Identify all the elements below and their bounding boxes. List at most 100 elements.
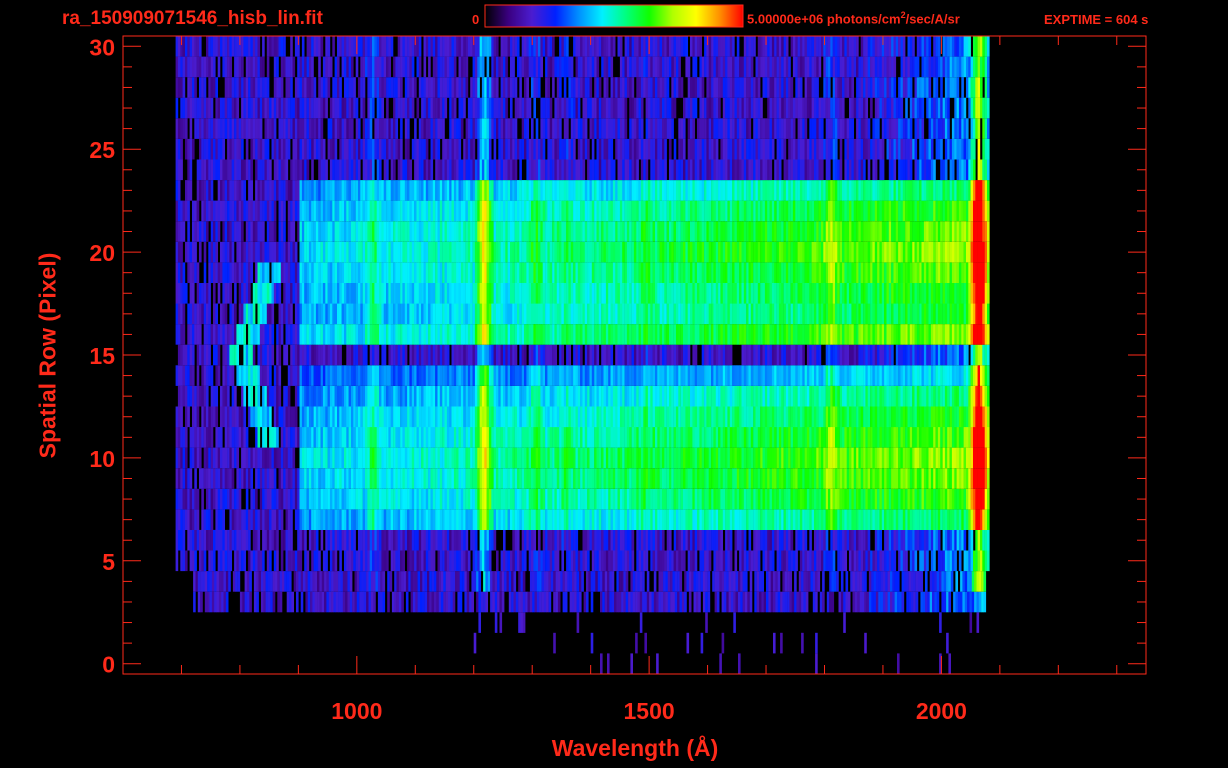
heatmap-cell [540,509,543,530]
heatmap-cell [444,550,448,572]
heatmap-cell [937,550,941,572]
heatmap-cell [727,344,730,366]
heatmap-cell [739,509,742,530]
heatmap-cell [764,550,768,572]
heatmap-cell [573,488,576,510]
heatmap-cell [348,468,352,489]
heatmap-cell [189,447,193,469]
heatmap-cell [225,591,229,613]
heatmap-cell [262,488,265,510]
heatmap-cell [663,591,666,613]
heatmap-cell [498,365,501,386]
heatmap-cell [949,324,953,345]
heatmap-cell [685,509,688,530]
heatmap-cell [987,385,990,407]
heatmap-cell [244,571,248,592]
heatmap-cell [835,324,838,345]
heatmap-cell [872,406,875,428]
heatmap-cell [542,550,546,572]
heatmap-cell [517,324,520,345]
heatmap-cell [439,406,443,428]
heatmap-cell [930,385,934,407]
heatmap-cell [679,591,683,613]
heatmap-cell [346,406,349,428]
heatmap-cell [517,427,520,448]
heatmap-cell [524,344,527,366]
heatmap-cell [449,529,452,551]
heatmap-cell [221,571,224,592]
heatmap-cell [909,324,913,345]
heatmap-cell [738,571,741,592]
heatmap-cell [858,550,861,572]
heatmap-cell [322,344,326,366]
heatmap-cells [175,36,990,674]
heatmap-cell [507,365,511,386]
heatmap-cell [474,488,478,510]
heatmap-cell [814,324,817,345]
heatmap-cell [428,344,431,366]
heatmap-cell [365,550,368,572]
heatmap-cell [324,591,327,613]
heatmap-cell [421,324,424,345]
heatmap-cell [902,406,906,428]
heatmap-cell [973,509,976,530]
heatmap-cell [318,365,321,386]
heatmap-cell [708,303,712,325]
heatmap-cell [376,385,380,407]
heatmap-cell [222,529,225,551]
heatmap-cell [767,406,770,428]
heatmap-cell [615,303,618,325]
heatmap-cell [874,303,878,325]
heatmap-cell [806,406,810,428]
heatmap-cell [449,365,452,386]
heatmap-cell [977,303,981,325]
heatmap-cell [761,571,764,592]
heatmap-cell [545,488,548,510]
heatmap-cell [411,303,415,325]
heatmap-cell [783,447,787,469]
heatmap-cell [778,529,782,551]
heatmap-cell [912,427,915,448]
heatmap-cell [792,550,796,572]
heatmap-cell [374,344,377,366]
heatmap-cell [970,529,974,551]
heatmap-cell [375,571,379,592]
heatmap-cell [465,488,469,510]
heatmap-cell [987,365,990,386]
heatmap-cell [984,427,988,448]
heatmap-cell [637,571,640,592]
heatmap-cell [243,303,246,325]
heatmap-cell [607,571,610,592]
heatmap-cell [835,365,838,386]
heatmap-cell [481,427,485,448]
heatmap-cell [453,550,457,572]
heatmap-cell [294,385,298,407]
heatmap-cell [767,385,770,407]
heatmap-cell [937,365,941,386]
heatmap-cell [329,488,333,510]
heatmap-cell [804,468,808,489]
heatmap-cell [722,488,726,510]
heatmap-cell [494,591,498,613]
heatmap-cell [467,385,471,407]
heatmap-cell [197,571,201,592]
heatmap-cell [283,344,286,366]
heatmap-cell [882,571,886,592]
heatmap-cell [748,344,752,366]
heatmap-cell [874,427,878,448]
heatmap-cell [445,571,449,592]
heatmap-cell [809,550,812,572]
heatmap-cell [664,406,667,428]
heatmap-cell [686,632,690,654]
heatmap-cell [299,324,303,345]
heatmap-cell [790,529,794,551]
heatmap-cell [215,324,218,345]
heatmap-cell [588,571,591,592]
heatmap-cell [868,571,872,592]
heatmap-cell [671,385,674,407]
heatmap-cell [531,365,534,386]
heatmap-cell [213,324,216,345]
heatmap-cell [741,324,745,345]
heatmap-cell [238,283,242,304]
heatmap-cell [395,468,398,489]
